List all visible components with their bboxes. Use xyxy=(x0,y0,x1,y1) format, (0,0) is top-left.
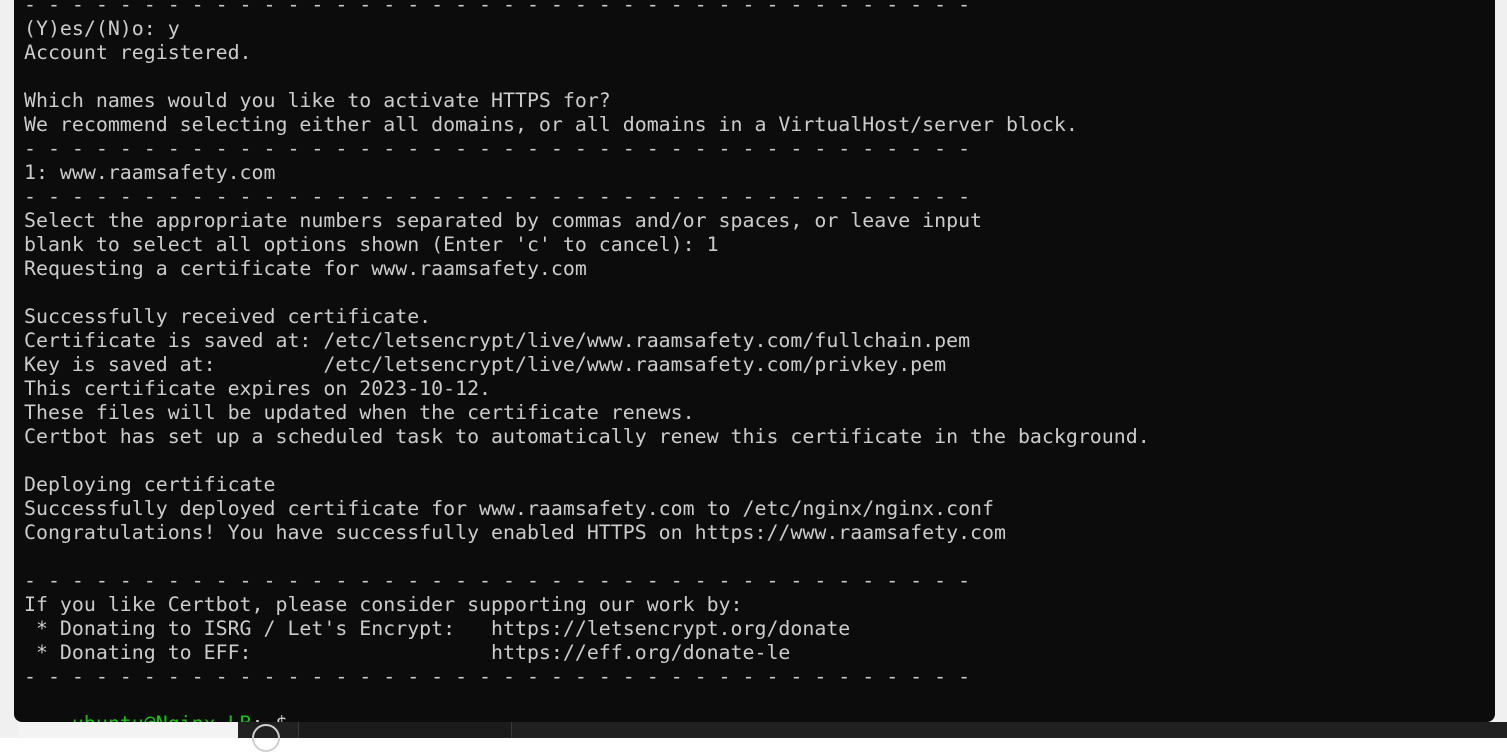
terminal-line: * Donating to ISRG / Let's Encrypt: http… xyxy=(24,617,851,640)
terminal-line: Deploying certificate xyxy=(24,473,276,496)
terminal-window[interactable]: - - - - - - - - - - - - - - - - - - - - … xyxy=(14,0,1495,722)
terminal-line: If you like Certbot, please consider sup… xyxy=(24,593,743,616)
shell-prompt[interactable]: ubuntu@Nginx-LB:~$ xyxy=(24,688,288,722)
terminal-line: - - - - - - - - - - - - - - - - - - - - … xyxy=(24,0,971,16)
prompt-colon: : xyxy=(252,712,264,722)
terminal-line: Certbot has set up a scheduled task to a… xyxy=(24,425,1150,448)
terminal-line: These files will be updated when the cer… xyxy=(24,401,695,424)
terminal-line: Select the appropriate numbers separated… xyxy=(24,209,983,232)
terminal-line: We recommend selecting either all domain… xyxy=(24,113,1078,136)
prompt-path: ~ xyxy=(264,712,276,722)
taskbar-button[interactable] xyxy=(298,722,512,738)
terminal-line: * Donating to EFF: https://eff.org/donat… xyxy=(24,641,791,664)
prompt-symbol: $ xyxy=(276,712,288,722)
terminal-line: Successfully received certificate. xyxy=(24,305,432,328)
terminal-line: - - - - - - - - - - - - - - - - - - - - … xyxy=(24,185,971,208)
terminal-line: Key is saved at: /etc/letsencrypt/live/w… xyxy=(24,353,947,376)
terminal-output: - - - - - - - - - - - - - - - - - - - - … xyxy=(24,0,1150,689)
terminal-line: - - - - - - - - - - - - - - - - - - - - … xyxy=(24,569,971,592)
terminal-line: Account registered. xyxy=(24,41,252,64)
terminal-line: Successfully deployed certificate for ww… xyxy=(24,497,994,520)
terminal-line: This certificate expires on 2023-10-12. xyxy=(24,377,492,400)
terminal-line: 1: www.raamsafety.com xyxy=(24,161,276,184)
prompt-user-host: ubuntu@Nginx-LB xyxy=(72,712,252,722)
terminal-line: Requesting a certificate for www.raamsaf… xyxy=(24,257,587,280)
app-icon[interactable] xyxy=(252,724,280,752)
terminal-line: - - - - - - - - - - - - - - - - - - - - … xyxy=(24,665,971,688)
terminal-line: Certificate is saved at: /etc/letsencryp… xyxy=(24,329,971,352)
terminal-line: Congratulations! You have successfully e… xyxy=(24,521,1006,544)
terminal-line: blank to select all options shown (Enter… xyxy=(24,233,719,256)
terminal-line: (Y)es/(N)o: y xyxy=(24,17,180,40)
terminal-line: Which names would you like to activate H… xyxy=(24,89,611,112)
terminal-line: - - - - - - - - - - - - - - - - - - - - … xyxy=(24,137,971,160)
